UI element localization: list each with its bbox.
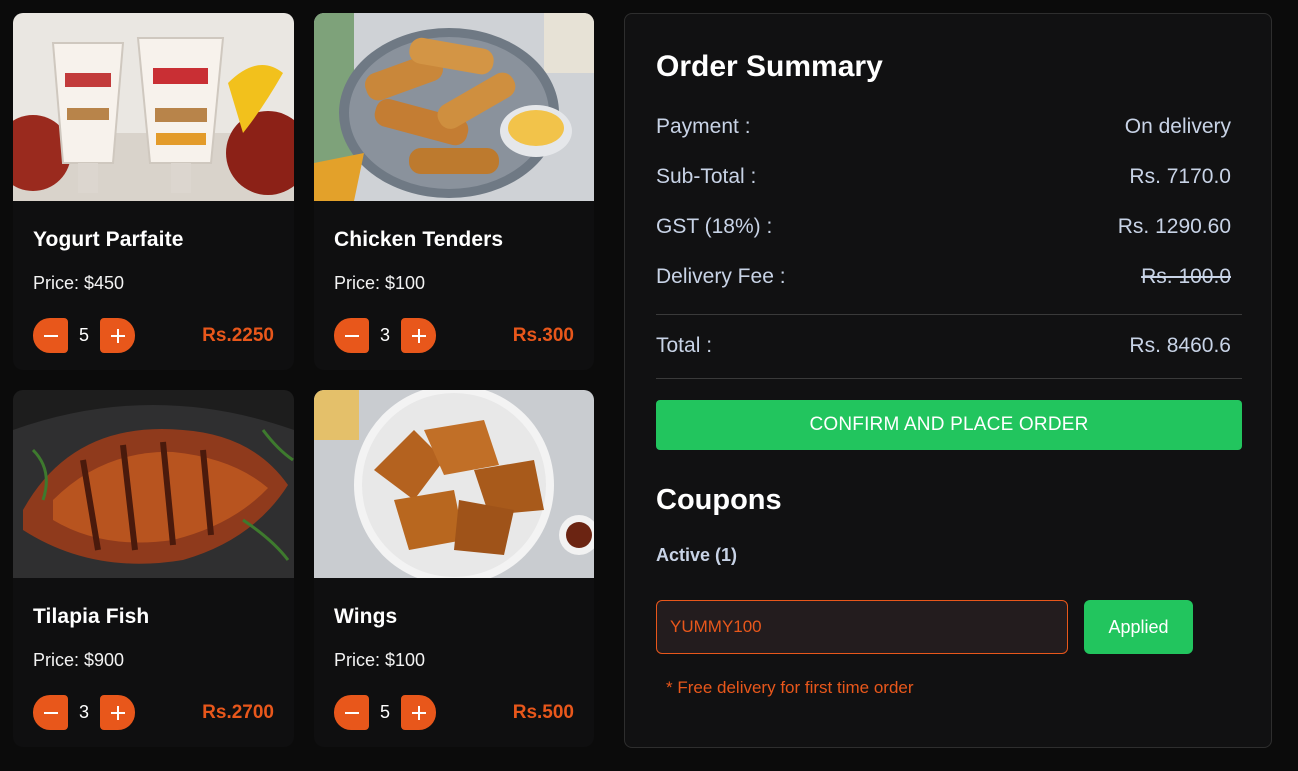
plus-icon [411,328,426,343]
confirm-order-button[interactable]: CONFIRM AND PLACE ORDER [656,400,1242,450]
delivery-fee-label: Delivery Fee : [656,265,786,288]
minus-icon [43,334,58,337]
divider [656,378,1242,379]
total-value: Rs. 8460.6 [1129,334,1231,357]
product-line-total: Rs.2700 [202,702,274,723]
product-image [314,390,594,578]
payment-value: On delivery [1124,115,1231,138]
gst-row: GST (18%) : Rs. 1290.60 [656,215,1231,239]
quantity-stepper: 3 [334,318,436,353]
coupons-title: Coupons [656,484,782,516]
product-name: Tilapia Fish [33,605,150,628]
product-price: Price: $900 [33,650,125,670]
plus-icon [110,705,125,720]
subtotal-row: Sub-Total : Rs. 7170.0 [656,165,1231,189]
product-line-total: Rs.500 [512,702,574,723]
total-label: Total : [656,334,713,357]
subtotal-value: Rs. 7170.0 [1129,165,1231,188]
product-line-total: Rs.2250 [202,325,274,346]
quantity-value: 5 [379,702,390,722]
product-line-total: Rs.300 [512,325,574,346]
product-card-body: Tilapia Fish Price: $900 3 Rs.2700 [13,578,294,747]
product-image [13,13,294,201]
divider [656,314,1242,315]
quantity-stepper: 5 [33,318,135,353]
active-coupons-label: Active (1) [656,545,738,565]
product-name: Wings [334,605,398,628]
quantity-value: 5 [78,325,89,345]
total-row: Total : Rs. 8460.6 [656,334,1231,358]
order-summary-title: Order Summary [656,50,883,83]
decrement-button[interactable] [33,695,68,730]
gst-value: Rs. 1290.60 [1117,215,1231,238]
apply-coupon-button[interactable]: Applied [1084,600,1193,654]
product-image [314,13,594,201]
coupon-note: * Free delivery for first time order [666,678,914,697]
coupon-code-input[interactable] [656,600,1068,654]
product-name: Yogurt Parfaite [33,228,184,251]
product-card: Yogurt Parfaite Price: $450 5 Rs.2250 [13,13,294,370]
product-card-body: Chicken Tenders Price: $100 3 Rs.300 [314,201,594,370]
product-grid: Yogurt Parfaite Price: $450 5 Rs.2250 Ch… [13,13,594,747]
product-price: Price: $450 [33,273,125,293]
payment-row: Payment : On delivery [656,115,1231,139]
order-summary-panel: Order Summary Payment : On delivery Sub-… [624,13,1272,748]
product-price: Price: $100 [334,273,426,293]
product-card-body: Wings Price: $100 5 Rs.500 [314,578,594,747]
quantity-stepper: 3 [33,695,135,730]
delivery-fee-row: Delivery Fee : Rs. 100.0 [656,265,1231,289]
increment-button[interactable] [100,695,135,730]
increment-button[interactable] [401,318,436,353]
increment-button[interactable] [401,695,436,730]
increment-button[interactable] [100,318,135,353]
plus-icon [110,328,125,343]
delivery-fee-value: Rs. 100.0 [1141,265,1231,288]
product-card: Wings Price: $100 5 Rs.500 [314,390,594,747]
product-image [13,390,294,578]
plus-icon [411,705,426,720]
payment-label: Payment : [656,115,751,138]
quantity-value: 3 [379,325,390,345]
minus-icon [344,334,359,337]
product-card-body: Yogurt Parfaite Price: $450 5 Rs.2250 [13,201,294,370]
quantity-stepper: 5 [334,695,436,730]
product-price: Price: $100 [334,650,426,670]
quantity-value: 3 [78,702,89,722]
product-card: Tilapia Fish Price: $900 3 Rs.2700 [13,390,294,747]
minus-icon [344,711,359,714]
decrement-button[interactable] [33,318,68,353]
decrement-button[interactable] [334,695,369,730]
subtotal-label: Sub-Total : [656,165,757,188]
product-name: Chicken Tenders [334,228,504,251]
decrement-button[interactable] [334,318,369,353]
minus-icon [43,711,58,714]
product-card: Chicken Tenders Price: $100 3 Rs.300 [314,13,594,370]
gst-label: GST (18%) : [656,215,773,238]
